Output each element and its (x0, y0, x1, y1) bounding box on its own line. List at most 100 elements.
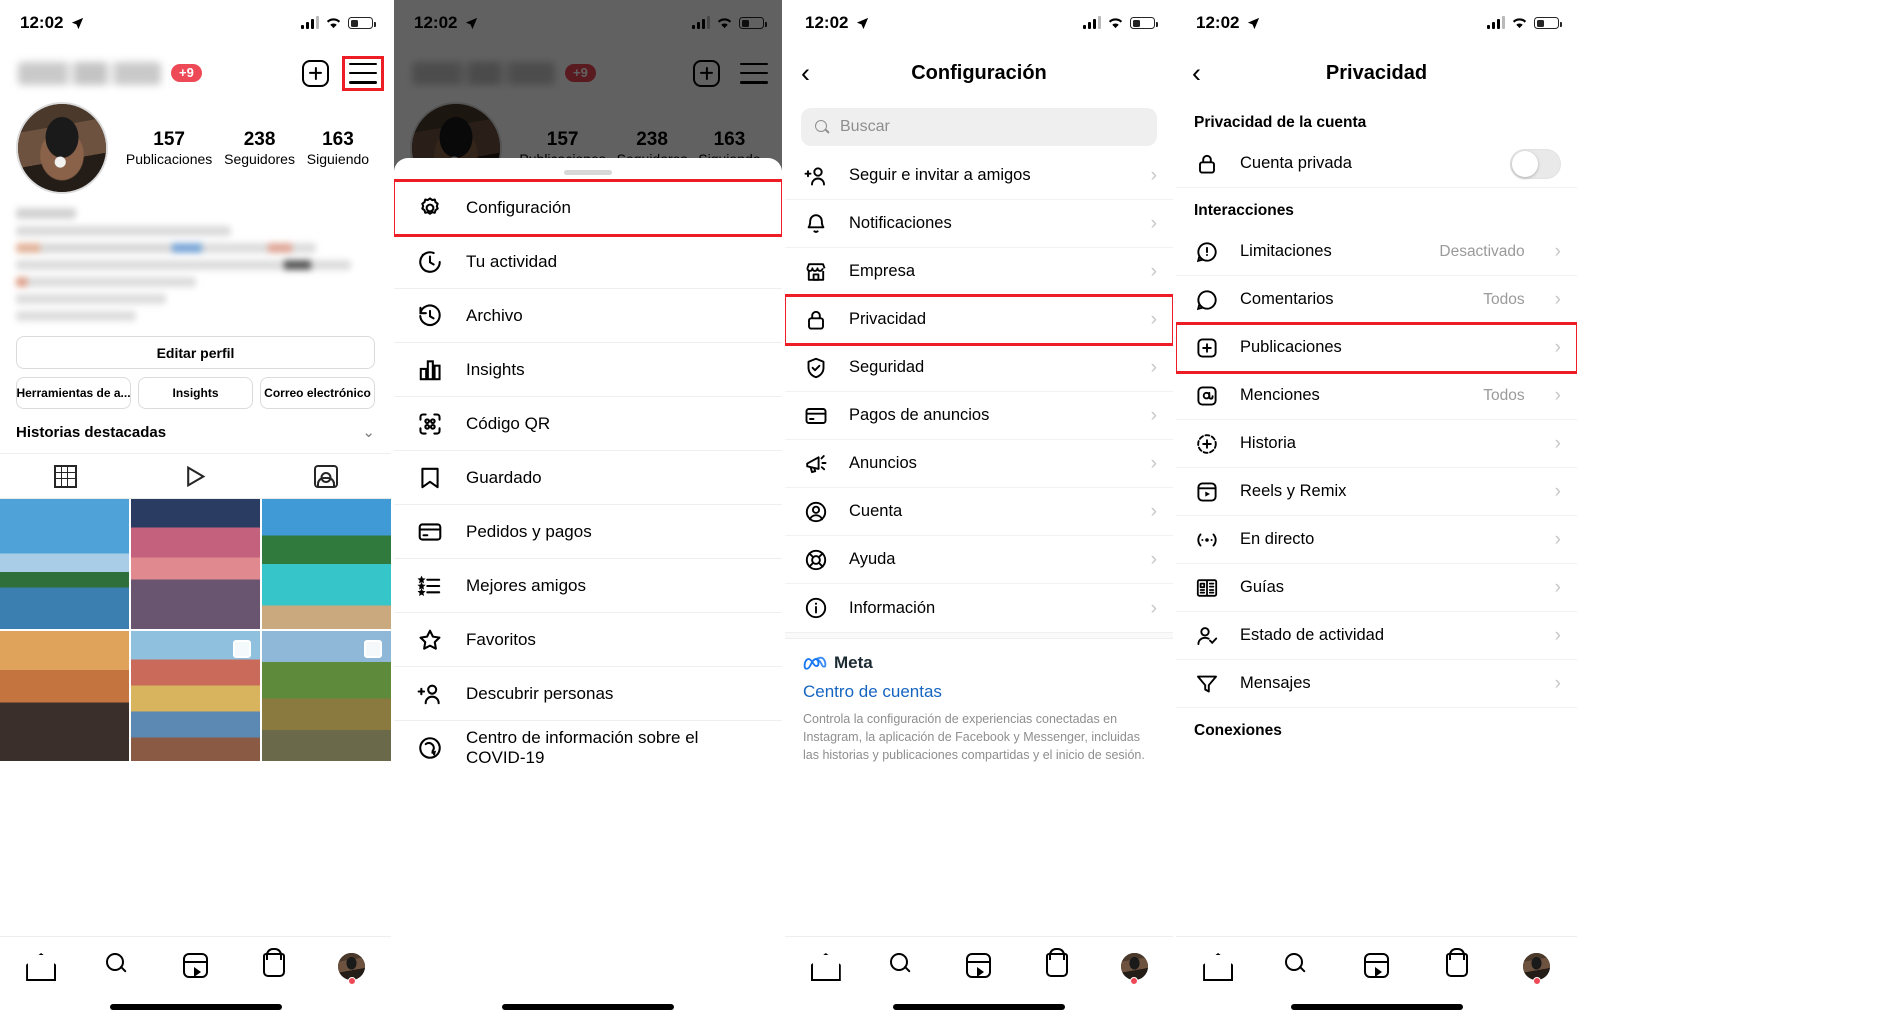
menu-item-favoritos[interactable]: Favoritos (394, 613, 782, 667)
privacy-row-mensajes[interactable]: Mensajes › (1176, 660, 1577, 708)
stat-followers[interactable]: 238 Seguidores (224, 129, 295, 167)
chevron-right-icon: › (1554, 625, 1561, 646)
highlights-section[interactable]: Historias destacadas ⌄ (0, 409, 391, 454)
insights-button[interactable]: Insights (138, 377, 253, 409)
plus-box-icon[interactable] (302, 59, 329, 87)
tools-button[interactable]: Herramientas de a... (16, 377, 131, 409)
nav-home[interactable] (785, 953, 863, 977)
nav-shop[interactable] (1417, 953, 1497, 977)
stories-count-badge[interactable]: +9 (171, 64, 202, 82)
nav-search[interactable] (78, 953, 156, 976)
photo-thumb[interactable] (0, 499, 129, 629)
stat-posts[interactable]: 157 Publicaciones (126, 129, 212, 167)
settings-row-anuncios[interactable]: Anuncios › (785, 440, 1173, 488)
privacy-row-reels-remix[interactable]: Reels y Remix › (1176, 468, 1577, 516)
stat-following[interactable]: 163 Siguiendo (307, 129, 369, 167)
grid-tab-icon[interactable] (0, 454, 130, 498)
settings-row-pagos-anuncios[interactable]: Pagos de anuncios › (785, 392, 1173, 440)
followers-count: 238 (243, 129, 276, 151)
nav-home[interactable] (1176, 953, 1256, 977)
privacy-row-menciones[interactable]: Menciones Todos › (1176, 372, 1577, 420)
privacy-row-guias[interactable]: Guías › (1176, 564, 1577, 612)
photo-thumb[interactable] (262, 631, 391, 761)
settings-row-privacidad[interactable]: Privacidad › (785, 294, 1173, 346)
privacy-row-cuenta-privada[interactable]: Cuenta privada (1176, 140, 1577, 188)
edit-profile-button[interactable]: Editar perfil (16, 336, 375, 369)
avatar[interactable] (16, 102, 108, 194)
sheet-grabber[interactable] (564, 170, 612, 175)
hamburger-menu-icon[interactable] (342, 55, 384, 91)
nav-reels[interactable] (156, 953, 234, 978)
menu-item-codigo-qr[interactable]: Código QR (394, 397, 782, 451)
menu-item-archivo[interactable]: Archivo (394, 289, 782, 343)
bookmark-icon (416, 464, 444, 492)
private-account-toggle[interactable] (1510, 148, 1561, 179)
nav-reels[interactable] (940, 953, 1018, 978)
settings-row-cuenta[interactable]: Cuenta › (785, 488, 1173, 536)
menu-item-descubrir-personas[interactable]: Descubrir personas (394, 667, 782, 721)
privacy-row-historia[interactable]: Historia › (1176, 420, 1577, 468)
bar-chart-icon (416, 356, 444, 384)
photo-thumb[interactable] (131, 631, 260, 761)
menu-item-pedidos-y-pagos[interactable]: Pedidos y pagos (394, 505, 782, 559)
nav-reels[interactable] (1336, 953, 1416, 978)
photo-thumb[interactable] (131, 499, 260, 629)
privacy-row-label: Estado de actividad (1240, 626, 1385, 644)
menu-item-mejores-amigos[interactable]: Mejores amigos (394, 559, 782, 613)
settings-row-empresa[interactable]: Empresa › (785, 248, 1173, 296)
nav-search[interactable] (1256, 953, 1336, 976)
privacy-row-limitaciones[interactable]: Limitaciones Desactivado › (1176, 228, 1577, 276)
privacy-row-label: Cuenta privada (1240, 154, 1352, 172)
search-icon (889, 953, 913, 976)
user-circle-icon (803, 499, 829, 525)
nav-home[interactable] (0, 953, 78, 977)
nav-profile[interactable] (1497, 953, 1577, 980)
accounts-center-link[interactable]: Centro de cuentas (803, 682, 1155, 702)
nav-profile[interactable] (313, 953, 391, 980)
home-indicator (1290, 1004, 1463, 1010)
settings-row-seguir-invitar[interactable]: Seguir e invitar a amigos › (785, 152, 1173, 200)
drawer-sheet: Configuración Tu actividad Archivo Insig… (394, 158, 782, 1024)
privacy-row-label: Menciones (1240, 386, 1320, 404)
menu-item-covid[interactable]: Centro de información sobre el COVID-19 (394, 721, 782, 775)
photo-thumb[interactable] (262, 499, 391, 629)
chevron-left-icon[interactable]: ‹ (801, 59, 810, 87)
menu-item-configuracion[interactable]: Configuración (394, 179, 782, 237)
privacy-row-estado-actividad[interactable]: Estado de actividad › (1176, 612, 1577, 660)
privacy-row-publicaciones[interactable]: Publicaciones › (1176, 322, 1577, 374)
chevron-right-icon: › (1150, 213, 1157, 234)
reels-icon (1364, 953, 1389, 978)
username-blurred[interactable] (18, 61, 161, 85)
settings-row-label: Anuncios (849, 454, 917, 472)
nav-shop[interactable] (1018, 953, 1096, 977)
nav-shop[interactable] (235, 953, 313, 977)
search-placeholder: Buscar (840, 118, 890, 135)
nav-search[interactable] (863, 953, 941, 976)
privacy-row-comentarios[interactable]: Comentarios Todos › (1176, 276, 1577, 324)
home-indicator (502, 1004, 674, 1010)
covid-info-icon (416, 734, 444, 762)
menu-item-guardado[interactable]: Guardado (394, 451, 782, 505)
settings-row-notificaciones[interactable]: Notificaciones › (785, 200, 1173, 248)
settings-row-seguridad[interactable]: Seguridad › (785, 344, 1173, 392)
nav-profile[interactable] (1095, 953, 1173, 980)
email-button[interactable]: Correo electrónico (260, 377, 375, 409)
location-arrow-icon (72, 17, 84, 29)
chevron-left-icon[interactable]: ‹ (1192, 59, 1201, 87)
menu-item-tu-actividad[interactable]: Tu actividad (394, 235, 782, 289)
chevron-right-icon: › (1554, 289, 1561, 310)
chevron-down-icon[interactable]: ⌄ (362, 423, 375, 441)
settings-row-ayuda[interactable]: Ayuda › (785, 536, 1173, 584)
home-icon (1203, 953, 1229, 977)
wifi-icon (326, 17, 341, 28)
menu-item-insights[interactable]: Insights (394, 343, 782, 397)
reels-tab-icon[interactable] (130, 454, 260, 498)
tagged-tab-icon[interactable] (261, 454, 391, 498)
photo-thumb[interactable] (0, 631, 129, 761)
privacy-row-en-directo[interactable]: En directo › (1176, 516, 1577, 564)
settings-row-informacion[interactable]: Información › (785, 584, 1173, 632)
add-person-icon (803, 163, 829, 189)
menu-item-label: Mejores amigos (466, 575, 586, 595)
search-input[interactable]: Buscar (801, 108, 1157, 146)
menu-item-label: Configuración (466, 197, 571, 217)
